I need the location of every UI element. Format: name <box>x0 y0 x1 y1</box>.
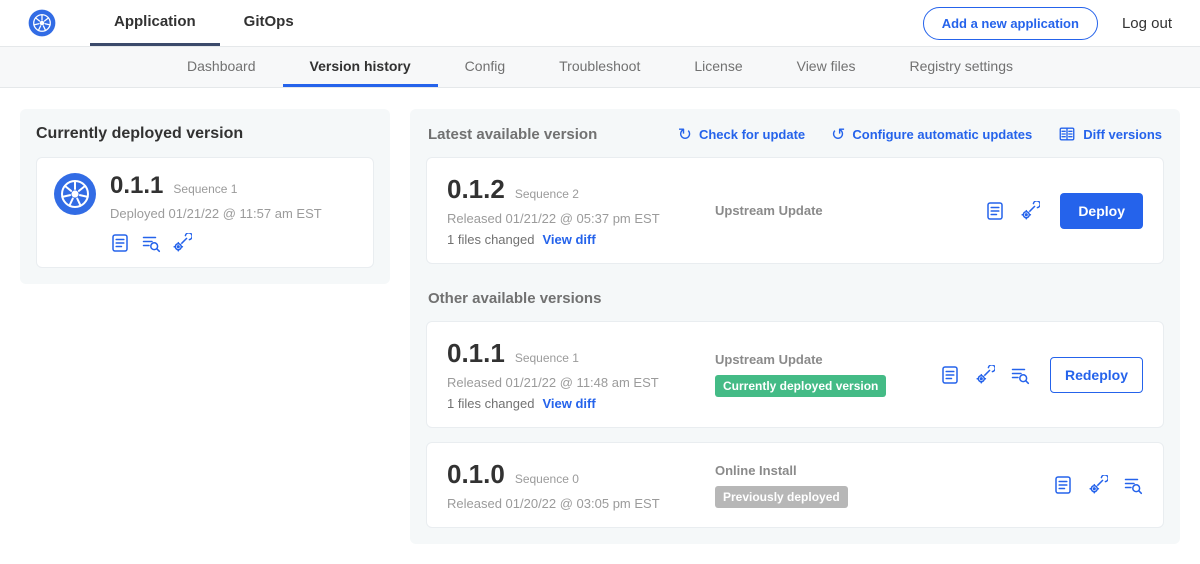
subnav-tab-registry-settings[interactable]: Registry settings <box>883 47 1040 87</box>
subnav-tab-troubleshoot[interactable]: Troubleshoot <box>532 47 667 87</box>
released-timestamp: Released 01/21/22 @ 11:48 am EST <box>447 375 705 390</box>
view-diff-link[interactable]: View diff <box>542 396 595 411</box>
configure-automatic-updates-label: Configure automatic updates <box>852 127 1032 142</box>
app-subnav: Dashboard Version history Config Trouble… <box>0 47 1200 88</box>
version-card: 0.1.1 Sequence 1 Released 01/21/22 @ 11:… <box>426 321 1164 428</box>
diff-icon[interactable] <box>141 233 161 253</box>
diff-table-icon <box>1058 125 1076 143</box>
config-icon[interactable] <box>1020 201 1040 221</box>
latest-available-title: Latest available version <box>428 126 597 143</box>
files-changed-label: 1 files changed <box>447 232 534 247</box>
config-icon[interactable] <box>975 365 995 385</box>
diff-icon[interactable] <box>1010 365 1030 385</box>
version-number: 0.1.2 <box>447 174 505 205</box>
sequence-label: Sequence 2 <box>515 187 579 201</box>
latest-version-card: 0.1.2 Sequence 2 Released 01/21/22 @ 05:… <box>426 157 1164 264</box>
files-changed-label: 1 files changed <box>447 396 534 411</box>
released-timestamp: Released 01/21/22 @ 05:37 pm EST <box>447 211 705 226</box>
subnav-tab-config[interactable]: Config <box>438 47 532 87</box>
version-number: 0.1.1 <box>447 338 505 369</box>
logout-link[interactable]: Log out <box>1122 15 1172 32</box>
status-badge: Previously deployed <box>715 486 848 508</box>
subnav-tab-version-history[interactable]: Version history <box>283 47 438 87</box>
check-for-update-label: Check for update <box>699 127 805 142</box>
source-label: Online Install <box>715 463 1053 478</box>
version-details: 0.1.0 Sequence 0 Released 01/20/22 @ 03:… <box>447 459 705 511</box>
version-source: Upstream Update Currently deployed versi… <box>705 352 940 397</box>
view-diff-link[interactable]: View diff <box>542 232 595 247</box>
released-timestamp: Released 01/20/22 @ 03:05 pm EST <box>447 496 705 511</box>
deployed-version-card: 0.1.1 Sequence 1 Deployed 01/21/22 @ 11:… <box>36 157 374 268</box>
source-label: Upstream Update <box>715 203 985 218</box>
deployed-version-info: 0.1.1 Sequence 1 Deployed 01/21/22 @ 11:… <box>110 172 322 253</box>
release-notes-icon[interactable] <box>1053 475 1073 495</box>
deployed-icon-actions <box>110 233 322 253</box>
currently-deployed-title: Currently deployed version <box>36 125 374 143</box>
deployed-sequence-label: Sequence 1 <box>173 182 237 196</box>
diff-versions-link[interactable]: Diff versions <box>1058 125 1162 143</box>
release-notes-icon[interactable] <box>985 201 1005 221</box>
available-versions-panel: Latest available version ↻ Check for upd… <box>410 109 1180 544</box>
topbar-actions: Add a new application Log out <box>923 0 1172 46</box>
version-number: 0.1.0 <box>447 459 505 490</box>
configure-automatic-updates-link[interactable]: ↺ Configure automatic updates <box>831 126 1032 143</box>
check-for-update-link[interactable]: ↻ Check for update <box>678 126 805 143</box>
refresh-icon: ↻ <box>678 126 692 143</box>
version-details: 0.1.2 Sequence 2 Released 01/21/22 @ 05:… <box>447 174 705 247</box>
deployed-timestamp: Deployed 01/21/22 @ 11:57 am EST <box>110 206 322 221</box>
app-logo-icon <box>53 172 97 221</box>
version-actions: ↻ Check for update ↺ Configure automatic… <box>678 125 1162 143</box>
status-badge: Currently deployed version <box>715 375 886 397</box>
config-icon[interactable] <box>172 233 192 253</box>
version-details: 0.1.1 Sequence 1 Released 01/21/22 @ 11:… <box>447 338 705 411</box>
currently-deployed-panel: Currently deployed version 0.1.1 Sequenc… <box>20 109 390 284</box>
auto-update-icon: ↺ <box>831 126 845 143</box>
sequence-label: Sequence 0 <box>515 472 579 486</box>
release-notes-icon[interactable] <box>110 233 130 253</box>
top-nav: Application GitOps Add a new application… <box>0 0 1200 47</box>
available-versions-header: Latest available version ↻ Check for upd… <box>426 125 1164 143</box>
sequence-label: Sequence 1 <box>515 351 579 365</box>
app-tabs: Application GitOps <box>90 0 318 46</box>
version-card-actions <box>1053 475 1143 495</box>
tab-application[interactable]: Application <box>90 0 220 46</box>
release-notes-icon[interactable] <box>940 365 960 385</box>
subnav-tab-license[interactable]: License <box>667 47 769 87</box>
version-card: 0.1.0 Sequence 0 Released 01/20/22 @ 03:… <box>426 442 1164 528</box>
kubernetes-logo-icon <box>28 0 56 46</box>
deployed-version-number: 0.1.1 <box>110 172 163 200</box>
version-source: Upstream Update <box>705 203 985 218</box>
source-label: Upstream Update <box>715 352 940 367</box>
diff-versions-label: Diff versions <box>1083 127 1162 142</box>
other-versions-title: Other available versions <box>426 290 1164 307</box>
version-card-actions: Deploy <box>985 193 1143 229</box>
subnav-tab-view-files[interactable]: View files <box>770 47 883 87</box>
config-icon[interactable] <box>1088 475 1108 495</box>
tab-gitops[interactable]: GitOps <box>220 0 318 46</box>
subnav-tab-dashboard[interactable]: Dashboard <box>160 47 283 87</box>
deploy-button[interactable]: Deploy <box>1060 193 1143 229</box>
redeploy-button[interactable]: Redeploy <box>1050 357 1143 393</box>
version-card-actions: Redeploy <box>940 357 1143 393</box>
diff-icon[interactable] <box>1123 475 1143 495</box>
main-content: Currently deployed version 0.1.1 Sequenc… <box>0 88 1200 564</box>
version-source: Online Install Previously deployed <box>705 463 1053 508</box>
add-application-button[interactable]: Add a new application <box>923 7 1098 40</box>
